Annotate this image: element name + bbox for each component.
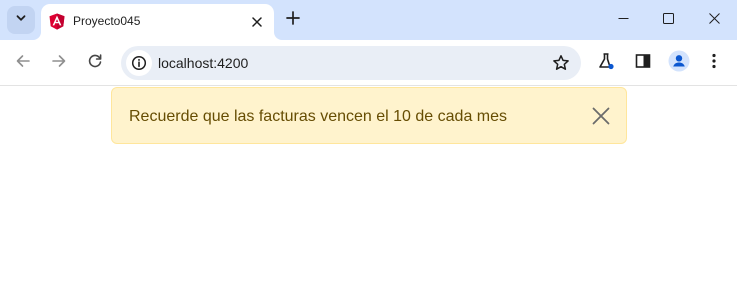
maximize-button[interactable] xyxy=(645,0,691,40)
back-button[interactable] xyxy=(9,49,37,77)
star-icon[interactable] xyxy=(551,53,571,73)
arrow-right-icon xyxy=(51,53,67,74)
url-text[interactable]: localhost:4200 xyxy=(158,55,248,71)
profile-button[interactable] xyxy=(666,50,692,76)
alert-close-icon[interactable] xyxy=(590,105,612,127)
reload-button[interactable] xyxy=(81,49,109,77)
tab-title: Proyecto045 xyxy=(73,14,141,28)
minimize-icon xyxy=(618,11,629,29)
kebab-menu-icon xyxy=(712,53,716,74)
browser-menu-button[interactable] xyxy=(701,50,727,76)
info-icon[interactable] xyxy=(126,50,152,76)
maximize-icon xyxy=(662,11,674,29)
tab-search-button[interactable] xyxy=(7,6,35,34)
flask-icon xyxy=(597,52,615,75)
new-tab-button[interactable] xyxy=(282,9,304,31)
tab-close-icon[interactable] xyxy=(248,13,266,31)
plus-icon xyxy=(286,10,300,30)
tab-active[interactable]: Proyecto045 xyxy=(41,4,274,40)
alert-message: Recuerde que las facturas vencen el 10 d… xyxy=(129,108,508,125)
labs-button[interactable] xyxy=(593,50,619,76)
close-icon xyxy=(708,11,720,29)
reload-icon xyxy=(87,53,103,74)
side-panel-icon xyxy=(635,53,651,74)
browser-titlebar: Proyecto045 xyxy=(0,0,737,40)
address-bar[interactable]: localhost:4200 xyxy=(121,46,581,80)
close-window-button[interactable] xyxy=(691,0,737,40)
minimize-button[interactable] xyxy=(600,0,646,40)
warning-alert: Recuerde que las facturas vencen el 10 d… xyxy=(111,87,627,144)
profile-icon xyxy=(668,50,690,77)
chevron-down-icon xyxy=(15,11,27,29)
side-panel-button[interactable] xyxy=(630,50,656,76)
forward-button[interactable] xyxy=(45,49,73,77)
browser-toolbar: localhost:4200 xyxy=(0,40,737,86)
angular-logo-icon xyxy=(49,13,65,30)
arrow-left-icon xyxy=(15,53,31,74)
